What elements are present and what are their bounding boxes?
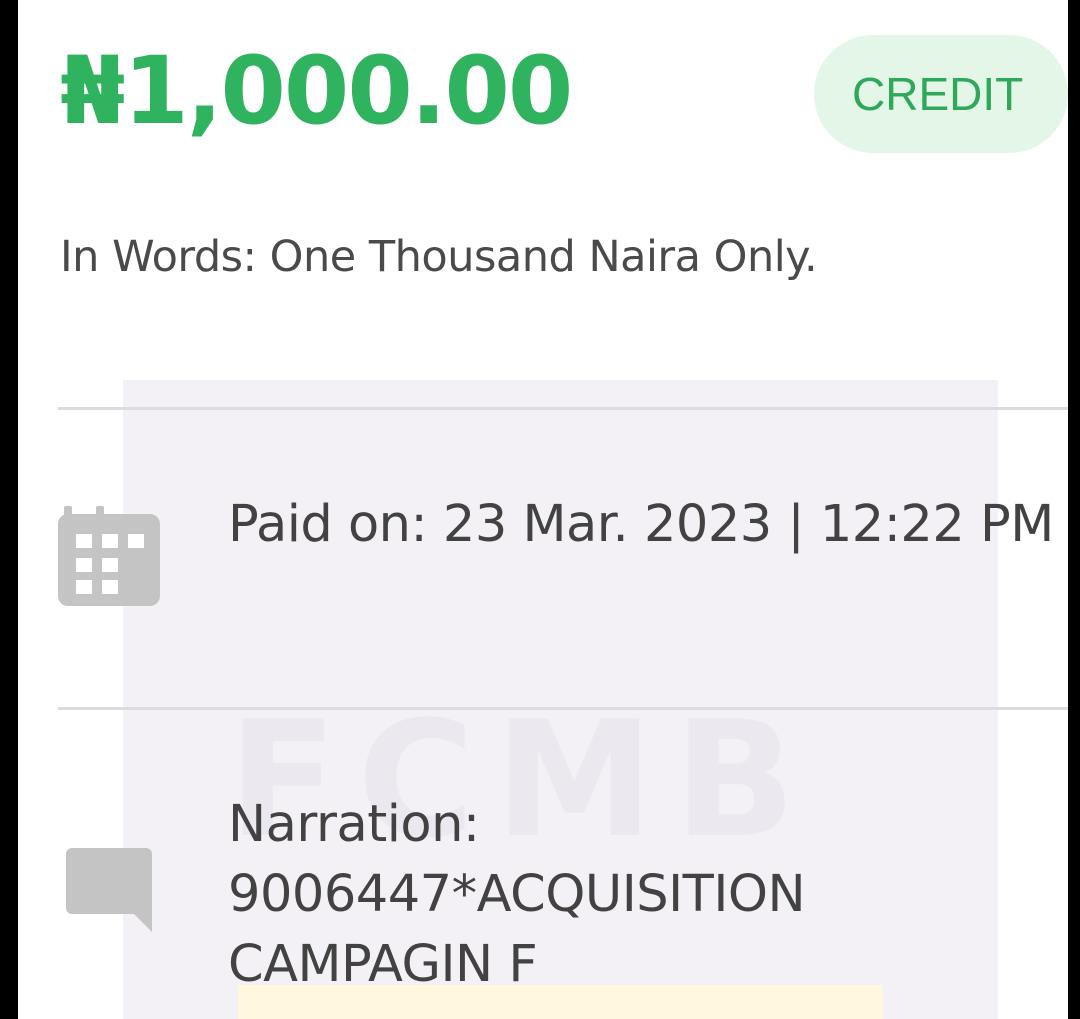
credit-badge-label: CREDIT	[852, 68, 1024, 120]
narration-line-1: 9006447*ACQUISITION	[228, 865, 806, 924]
transaction-receipt-card: FCMB ₦1,000.00 CREDIT In Words: One Thou…	[18, 0, 1068, 1019]
transaction-amount: ₦1,000.00	[60, 37, 573, 146]
narration-text: Narration: 9006447*ACQUISITION CAMPAGIN …	[228, 790, 1058, 1000]
amount-in-words: In Words: One Thousand Naira Only.	[60, 232, 818, 282]
calendar-icon	[58, 506, 160, 606]
paid-on-text: Paid on: 23 Mar. 2023 | 12:22 PM	[228, 495, 1054, 554]
narration-label: Narration:	[228, 795, 480, 854]
narration-line-2: CAMPAGIN F	[228, 935, 538, 994]
divider	[58, 407, 1068, 410]
divider	[58, 707, 1068, 710]
message-icon	[66, 848, 152, 932]
credit-badge: CREDIT	[814, 35, 1068, 153]
